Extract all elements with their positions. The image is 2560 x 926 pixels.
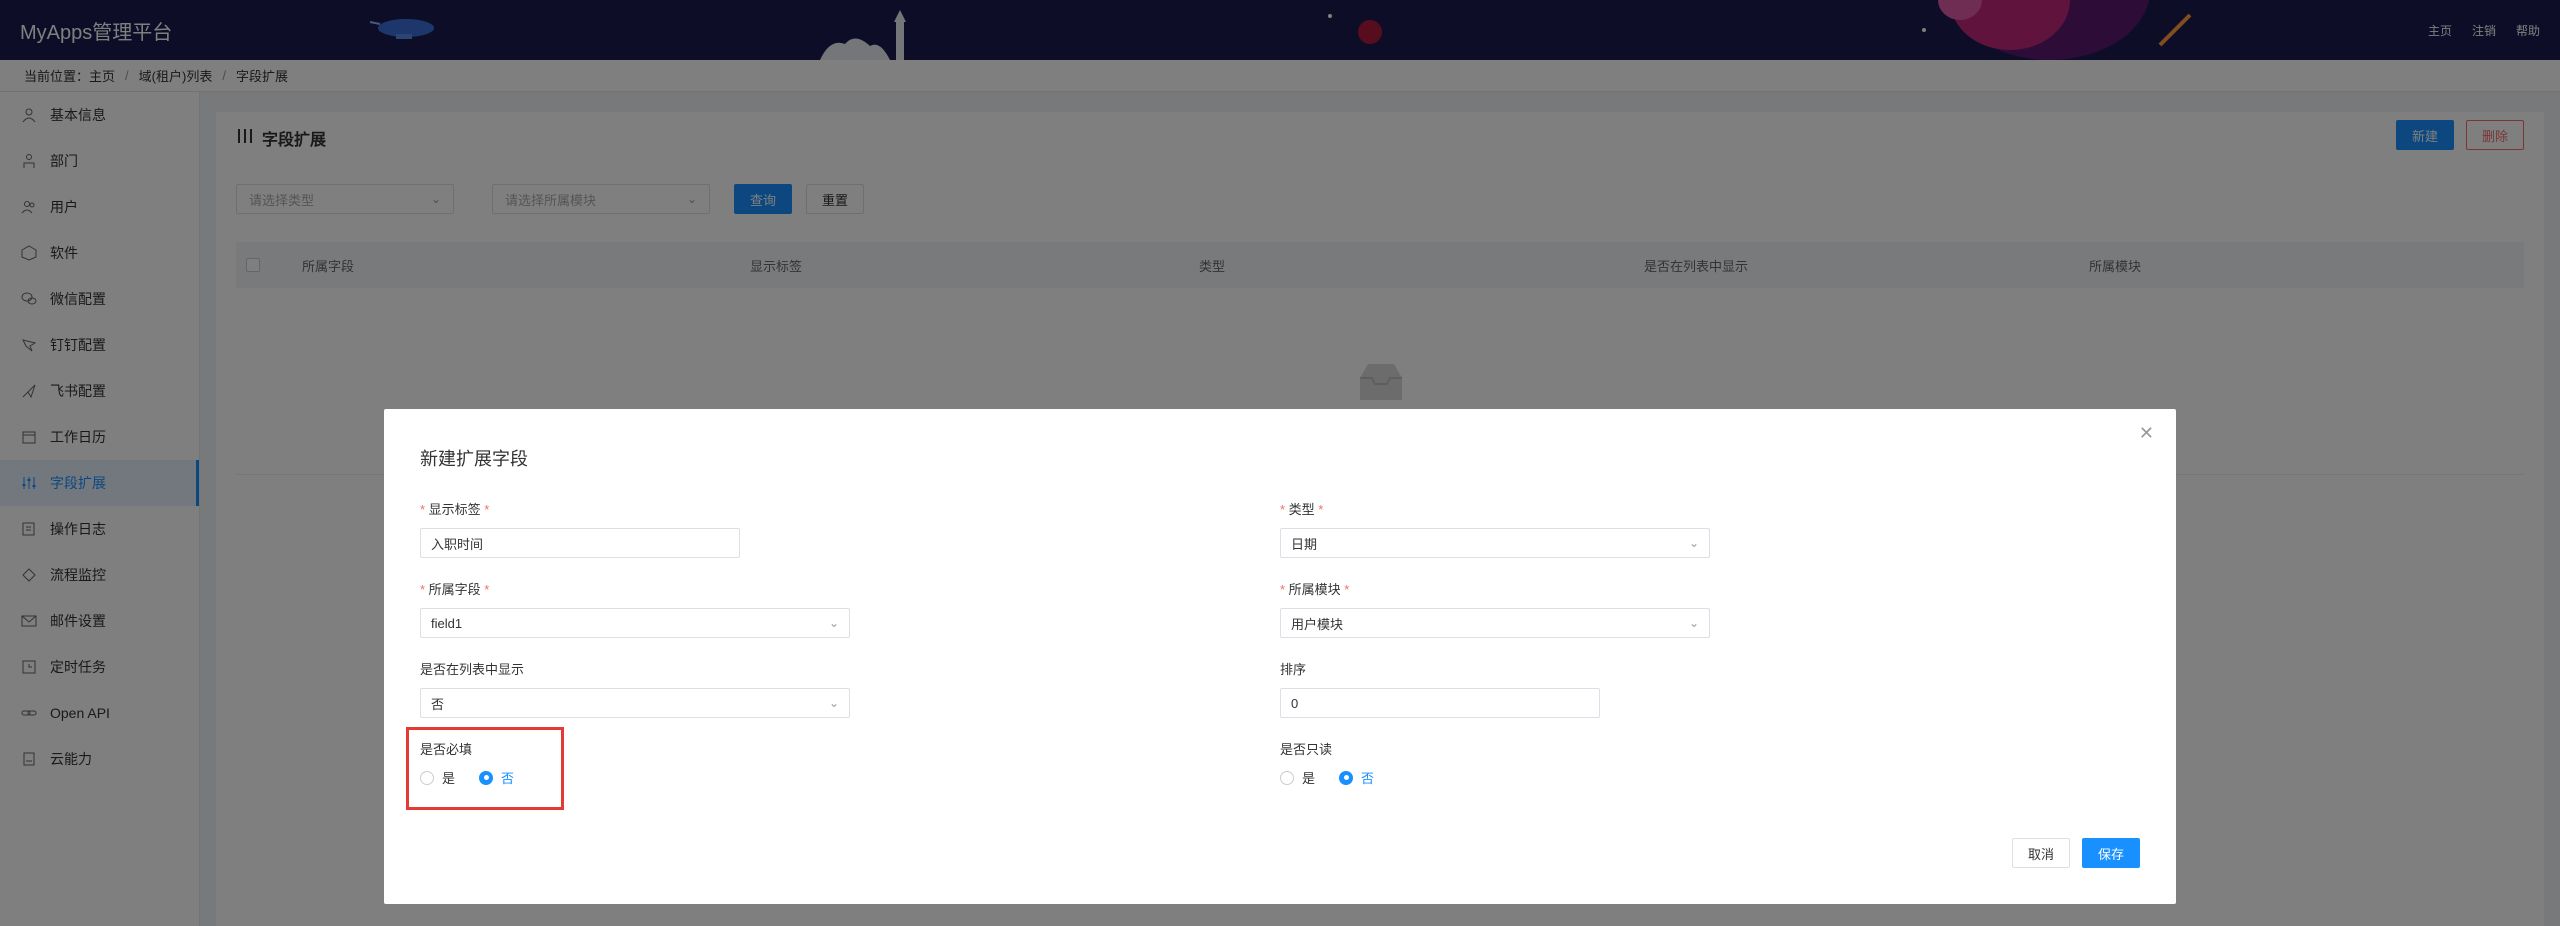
field-label: * 类型 * [1280, 502, 1324, 517]
type-select-value: 日期 [1291, 536, 1318, 552]
field-label: 是否在列表中显示 [420, 662, 525, 677]
save-button[interactable]: 保存 [2081, 838, 2140, 868]
show-in-list-select[interactable]: 否 ⌄ [420, 688, 850, 718]
field-label: * 所属字段 * [420, 582, 490, 597]
readonly-no-radio[interactable]: 否 [1339, 768, 1374, 787]
cancel-button[interactable]: 取消 [2011, 838, 2070, 868]
field-label: * 所属模块 * [1280, 582, 1350, 597]
sort-field: 排序 0 [1280, 659, 1600, 718]
owner-field-select-value: field1 [431, 615, 463, 631]
sort-input[interactable]: 0 [1280, 688, 1600, 718]
readonly-yes-radio[interactable]: 是 [1280, 768, 1315, 787]
show-in-list-select-value: 否 [431, 696, 445, 712]
module-select-value: 用户模块 [1291, 616, 1344, 632]
module-field: * 所属模块 * 用户模块 ⌄ [1280, 579, 1710, 638]
module-select[interactable]: 用户模块 ⌄ [1280, 608, 1710, 638]
dialog-title: 新建扩展字段 [420, 449, 528, 469]
owner-field-select[interactable]: field1 ⌄ [420, 608, 850, 638]
field-label: * 显示标签 * [420, 502, 490, 517]
radio-circle [1339, 770, 1354, 785]
owner-field-field: * 所属字段 * field1 ⌄ [420, 579, 850, 638]
chevron-down-icon: ⌄ [828, 696, 839, 710]
show-in-list-field: 是否在列表中显示 否 ⌄ [420, 659, 850, 718]
chevron-down-icon: ⌄ [1688, 536, 1699, 550]
radio-circle [1280, 770, 1294, 785]
readonly-radio-group: 是 否 [1280, 768, 1374, 787]
display-label-field: * 显示标签 * 入职时间 [420, 499, 740, 558]
chevron-down-icon: ⌄ [1688, 616, 1699, 630]
display-label-input[interactable]: 入职时间 [420, 528, 740, 558]
type-field: * 类型 * 日期 ⌄ [1280, 499, 1710, 558]
new-field-dialog: 新建扩展字段 ✕ * 显示标签 * 入职时间 * 类型 * 日期 ⌄ * 所属字… [384, 409, 2176, 904]
field-label: 是否只读 [1280, 742, 1333, 757]
highlight-annotation-box [406, 727, 564, 810]
type-select[interactable]: 日期 ⌄ [1280, 528, 1710, 558]
field-label: 排序 [1280, 662, 1307, 677]
close-icon[interactable]: ✕ [2139, 423, 2154, 444]
readonly-field: 是否只读 是 否 [1280, 739, 1374, 787]
chevron-down-icon: ⌄ [828, 616, 839, 630]
